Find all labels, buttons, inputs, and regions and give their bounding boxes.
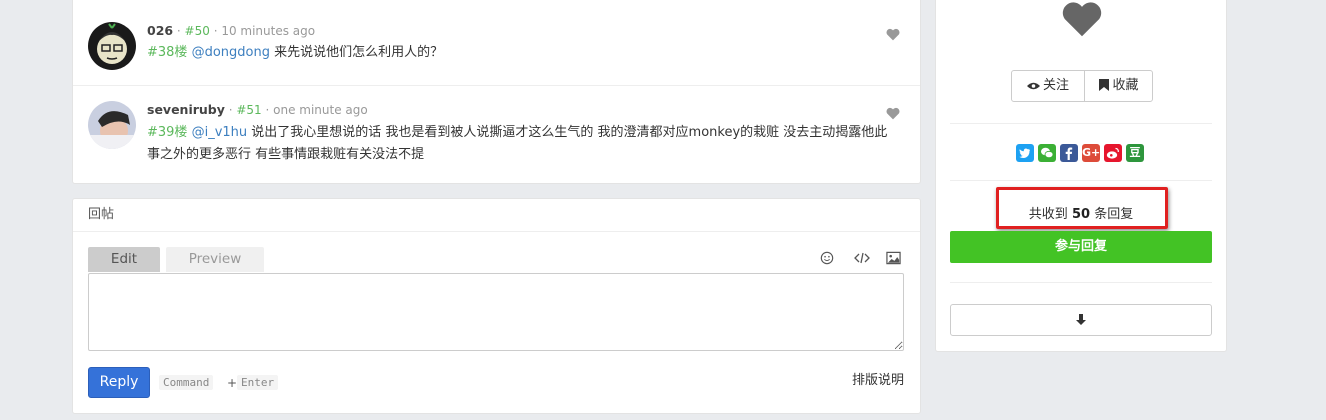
wechat-icon[interactable] (1038, 144, 1056, 162)
mention-link[interactable]: @i_v1hu (192, 125, 248, 140)
reply-composer: 回帖 Edit Preview Reply Command + Enter 排版… (72, 198, 921, 414)
editor-toolbar (820, 251, 904, 269)
reply-text: 说出了我心里想说的话 我也是看到被人说撕逼才这么生气的 我的澄清都对应monke… (147, 125, 888, 162)
code-icon[interactable] (854, 251, 870, 267)
divider (950, 282, 1212, 283)
favorite-button[interactable]: 收藏 (1085, 71, 1153, 101)
page-scrollbar[interactable] (1309, 0, 1326, 420)
reply-floor[interactable]: #50 (185, 24, 210, 38)
highlight-box (996, 187, 1168, 229)
arrow-down-icon (1076, 314, 1086, 325)
reply-username[interactable]: seveniruby (147, 102, 225, 117)
reply-text: 来先说说他们怎么利用人的？ (274, 45, 444, 60)
like-heart-icon[interactable] (886, 28, 900, 41)
join-reply-button[interactable]: 参与回复 (950, 231, 1212, 263)
facebook-icon[interactable] (1060, 144, 1078, 162)
bookmark-icon (1099, 79, 1110, 91)
google-plus-icon[interactable]: G+ (1082, 144, 1100, 162)
image-icon[interactable] (886, 251, 902, 267)
reply-username[interactable]: 026 (147, 23, 173, 38)
topic-sidebar: 关注 收藏 G+ 豆 共收到 50 条回复 参与回复 (935, 0, 1227, 352)
eye-icon (1026, 82, 1040, 90)
like-heart-icon[interactable] (1061, 0, 1103, 38)
reply-time: 10 minutes ago (221, 24, 316, 38)
reply-body: #39楼 @i_v1hu 说出了我心里想说的话 我也是看到被人说撕逼才这么生气的… (147, 122, 900, 166)
like-heart-icon[interactable] (886, 107, 900, 120)
follow-favorite-group: 关注 收藏 (1011, 70, 1153, 102)
reply-time: one minute ago (273, 103, 368, 117)
tab-preview[interactable]: Preview (166, 247, 264, 272)
replies-panel: 026 · #50 · 10 minutes ago #38楼 @dongdon… (72, 0, 921, 184)
mention-link[interactable]: @dongdong (192, 45, 270, 60)
twitter-icon[interactable] (1016, 144, 1034, 162)
tab-edit[interactable]: Edit (88, 247, 160, 272)
avatar[interactable] (88, 101, 136, 149)
floor-ref-link[interactable]: #38楼 (147, 45, 187, 60)
divider (950, 123, 1212, 124)
avatar[interactable] (88, 22, 136, 70)
follow-button[interactable]: 关注 (1012, 71, 1085, 101)
reply-floor[interactable]: #51 (236, 103, 261, 117)
reply-button[interactable]: Reply (88, 367, 150, 398)
formatting-guide-link[interactable]: 排版说明 (852, 369, 904, 388)
shortcut-key-enter: Enter (237, 375, 279, 390)
follow-label: 关注 (1042, 78, 1069, 93)
divider (950, 180, 1212, 181)
reply-textarea[interactable] (88, 273, 904, 351)
composer-title: 回帖 (73, 199, 920, 232)
douban-icon[interactable]: 豆 (1126, 144, 1144, 162)
emoji-icon[interactable] (820, 251, 836, 267)
favorite-label: 收藏 (1112, 78, 1139, 93)
floor-ref-link[interactable]: #39楼 (147, 125, 187, 140)
reply-meta: seveniruby · #51 · one minute ago (147, 102, 368, 117)
shortcut-key-command: Command (159, 375, 214, 390)
reply-meta: 026 · #50 · 10 minutes ago (147, 23, 316, 38)
reply-body: #38楼 @dongdong 来先说说他们怎么利用人的？ (147, 42, 900, 64)
scroll-down-button[interactable] (950, 304, 1212, 336)
weibo-icon[interactable] (1104, 144, 1122, 162)
